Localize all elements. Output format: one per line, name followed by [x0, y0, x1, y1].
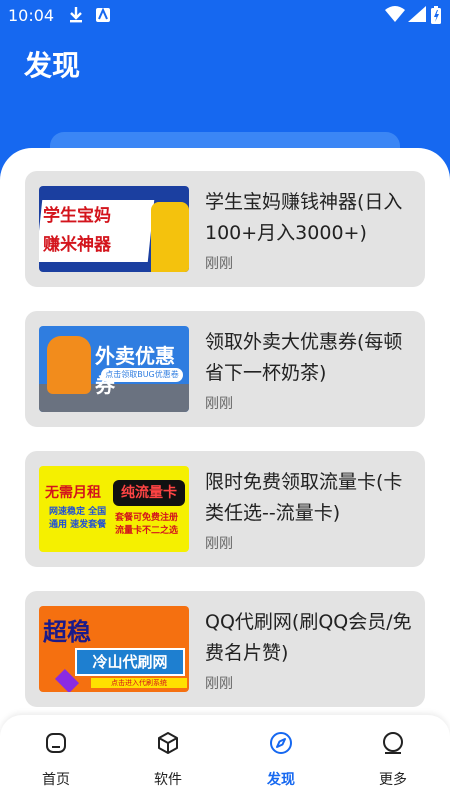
- nav-label: 更多: [379, 772, 407, 788]
- battery-icon: [431, 6, 441, 24]
- card-time: 刚刚: [205, 396, 233, 412]
- nav-item-more[interactable]: 更多: [337, 715, 449, 800]
- card-data-sim[interactable]: 无需月租 网速稳定 全国通用 速发套餐 纯流量卡 套餐可免费注册 流量卡不二之选…: [25, 451, 425, 567]
- card-time: 刚刚: [205, 676, 233, 692]
- nav-item-discover[interactable]: 发现: [225, 715, 337, 800]
- cube-icon: [158, 732, 178, 754]
- nav-item-software[interactable]: 软件: [112, 715, 224, 800]
- card-title: 限时免费领取流量卡(卡类任选--流量卡): [205, 471, 403, 524]
- download-icon: [70, 7, 82, 23]
- card-title: 领取外卖大优惠券(每顿省下一杯奶茶): [205, 331, 403, 384]
- card-time: 刚刚: [205, 256, 233, 272]
- nav-item-home[interactable]: 首页: [0, 715, 112, 800]
- status-time: 10:04: [8, 6, 55, 25]
- thumb-text: 学生宝妈 赚米神器: [43, 202, 111, 260]
- card-thumbnail: 外卖优惠券 点击领取BUG优惠卷: [39, 326, 189, 412]
- thumb-subtext: 点击进入代刷系统: [91, 678, 187, 688]
- card-title: 学生宝妈赚钱神器(日入100+月入3000+): [205, 191, 403, 244]
- signal-icon: [408, 6, 426, 22]
- thumb-text: 超稳: [43, 618, 91, 646]
- home-icon: [46, 733, 66, 753]
- thumb-badge: 纯流量卡: [113, 480, 185, 506]
- thumb-text-line: 学生宝妈: [43, 206, 111, 226]
- thumb-subtext: 网速稳定 全国通用 速发套餐: [49, 507, 107, 530]
- card-time: 刚刚: [205, 536, 233, 552]
- more-circle-icon: [383, 732, 403, 754]
- card-thumbnail: 超稳 冷山代刷网 点击进入代刷系统: [39, 606, 189, 692]
- nav-label: 软件: [154, 772, 182, 788]
- page-title: 发现: [24, 49, 81, 82]
- status-bar: 10:04: [0, 0, 450, 32]
- thumb-text-line: 赚米神器: [43, 235, 111, 255]
- thumb-figure: [151, 202, 189, 272]
- card-thumbnail: 无需月租 网速稳定 全国通用 速发套餐 纯流量卡 套餐可免费注册 流量卡不二之选: [39, 466, 189, 552]
- card-title: QQ代刷网(刷QQ会员/免费名片赞): [205, 611, 412, 664]
- card-thumbnail: 学生宝妈 赚米神器: [39, 186, 189, 272]
- card-student-money[interactable]: 学生宝妈 赚米神器 学生宝妈赚钱神器(日入100+月入3000+) 刚刚: [25, 171, 425, 287]
- thumb-subtext: 套餐可免费注册 流量卡不二之选: [115, 513, 179, 536]
- wifi-icon: [385, 6, 405, 22]
- content-sheet: 学生宝妈 赚米神器 学生宝妈赚钱神器(日入100+月入3000+) 刚刚 外卖优…: [0, 148, 450, 800]
- thumb-subtext: 点击领取BUG优惠卷: [101, 368, 183, 382]
- app-notification-icon: [96, 7, 110, 22]
- nav-label: 首页: [42, 772, 70, 788]
- thumb-badge: 冷山代刷网: [75, 648, 185, 676]
- thumb-text: 无需月租: [45, 485, 101, 501]
- compass-icon: [270, 732, 292, 754]
- nav-label: 发现: [267, 772, 295, 788]
- card-qq-service[interactable]: 超稳 冷山代刷网 点击进入代刷系统 QQ代刷网(刷QQ会员/免费名片赞) 刚刚: [25, 591, 425, 707]
- thumb-rider: [47, 336, 91, 394]
- card-food-coupon[interactable]: 外卖优惠券 点击领取BUG优惠卷 领取外卖大优惠券(每顿省下一杯奶茶) 刚刚: [25, 311, 425, 427]
- bottom-nav: 首页 软件 发现 更多: [0, 715, 450, 800]
